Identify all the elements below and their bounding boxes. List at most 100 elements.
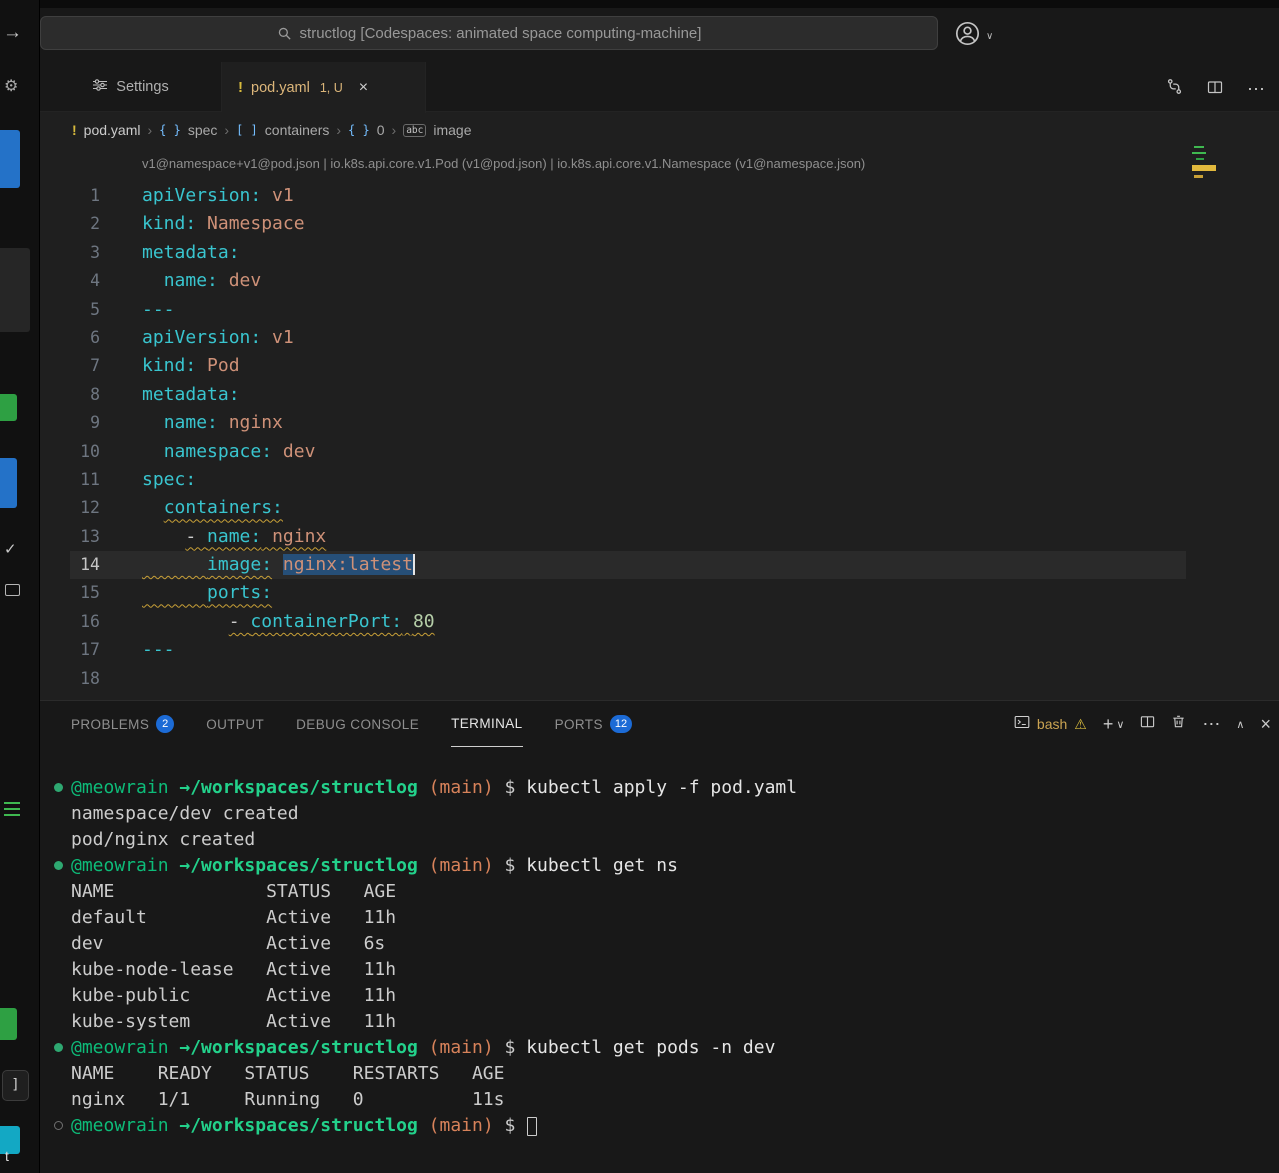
code-line[interactable]: 1apiVersion: v1 (40, 182, 1279, 210)
terminal-line[interactable]: pod/nginx created (71, 827, 1279, 853)
code-line[interactable]: 10 namespace: dev (40, 438, 1279, 466)
terminal-line[interactable]: @meowrain →/workspaces/structlog (main) … (71, 775, 1279, 801)
terminal-line[interactable]: kube-node-lease Active 11h (71, 957, 1279, 983)
code-line[interactable]: 16 - containerPort: 80 (40, 608, 1279, 636)
panel-tab-ports[interactable]: PORTS 12 (555, 701, 633, 747)
maximize-panel-icon[interactable]: ∧ (1236, 718, 1244, 731)
ports-badge: 12 (610, 715, 632, 733)
terminal-token: → (179, 777, 190, 798)
code-token (142, 526, 185, 547)
terminal-line[interactable]: NAME STATUS AGE (71, 879, 1279, 905)
split-terminal-icon[interactable] (1140, 714, 1155, 734)
code-token: apiVersion: (142, 327, 261, 348)
left-strip-teal-decoration (0, 1126, 20, 1154)
panel-tab-problems[interactable]: PROBLEMS 2 (71, 701, 174, 747)
command-decoration-icon[interactable] (54, 861, 63, 870)
code-line[interactable]: 3metadata: (40, 239, 1279, 267)
tab-problem-git-badge: 1, U (320, 81, 343, 95)
terminal-token: → (179, 1115, 190, 1136)
command-decoration-icon[interactable] (54, 783, 63, 792)
code-line[interactable]: 9 name: nginx (40, 409, 1279, 437)
account-icon[interactable] (954, 20, 981, 52)
breadcrumb-item-0[interactable]: 0 (377, 122, 385, 138)
tab-pod-yaml[interactable]: ! pod.yaml 1, U × (222, 62, 426, 113)
close-panel-icon[interactable]: × (1260, 714, 1271, 735)
code-line[interactable]: 17--- (40, 636, 1279, 664)
terminal-line[interactable]: @meowrain →/workspaces/structlog (main) … (71, 1035, 1279, 1061)
code-token: name: (207, 526, 261, 547)
panel-tab-output[interactable]: OUTPUT (206, 701, 264, 747)
panel-tab-debug-console[interactable]: DEBUG CONSOLE (296, 701, 419, 747)
terminal-line[interactable]: namespace/dev created (71, 801, 1279, 827)
terminal-token: /workspaces/structlog (190, 777, 418, 798)
code-line[interactable]: 13 - name: nginx (40, 523, 1279, 551)
terminal-line[interactable]: NAME READY STATUS RESTARTS AGE (71, 1061, 1279, 1087)
breadcrumb-item-spec[interactable]: spec (188, 122, 218, 138)
line-number: 9 (40, 409, 100, 437)
kill-terminal-trash-icon[interactable] (1171, 714, 1186, 734)
code-token: - (229, 611, 251, 632)
command-decoration-icon[interactable] (54, 1043, 63, 1052)
left-strip-blue-decoration (0, 130, 20, 188)
left-strip-blue-decoration (0, 458, 17, 508)
line-number: 12 (40, 494, 100, 522)
new-terminal-icon[interactable]: + (1103, 714, 1114, 735)
line-number: 8 (40, 381, 100, 409)
code-token: metadata: (142, 242, 240, 263)
code-line[interactable]: 6apiVersion: v1 (40, 324, 1279, 352)
terminal-line[interactable]: default Active 11h (71, 905, 1279, 931)
code-token: metadata: (142, 384, 240, 405)
title-bar: structlog [Codespaces: animated space co… (0, 0, 1279, 62)
code-line[interactable]: 2kind: Namespace (40, 210, 1279, 238)
terminal-view[interactable]: @meowrain →/workspaces/structlog (main) … (40, 775, 1279, 1173)
open-changes-icon[interactable] (1166, 78, 1183, 100)
tab-close-icon[interactable]: × (359, 79, 368, 97)
breadcrumb-item-containers[interactable]: containers (265, 122, 330, 138)
terminal-token: kubectl get pods -n dev (526, 1037, 775, 1058)
code-line[interactable]: 8 metadata: (40, 381, 1279, 409)
breadcrumb-file[interactable]: pod.yaml (84, 122, 141, 138)
terminal-line[interactable]: kube-public Active 11h (71, 983, 1279, 1009)
terminal-token: (main) (429, 855, 494, 876)
gear-icon[interactable]: ⚙ (4, 76, 18, 96)
split-editor-icon[interactable] (1207, 79, 1223, 100)
terminal-token: /workspaces/structlog (190, 855, 418, 876)
yaml-schema-lens[interactable]: v1@namespace+v1@pod.json | io.k8s.api.co… (142, 156, 1279, 174)
tab-settings[interactable]: Settings (40, 62, 222, 112)
account-chevron-icon[interactable]: ∨ (986, 31, 993, 42)
breadcrumb: ! pod.yaml › { } spec › [ ] containers ›… (40, 112, 1279, 148)
terminal-shell-entry[interactable]: bash ⚠ (1014, 714, 1087, 735)
terminal-token: $ (494, 777, 527, 798)
code-line[interactable]: 15 ports: (40, 579, 1279, 607)
code-token (142, 554, 207, 575)
terminal-line[interactable]: @meowrain →/workspaces/structlog (main) … (71, 1113, 1279, 1139)
symbol-array-icon: [ ] (236, 123, 258, 137)
command-center-search[interactable]: structlog [Codespaces: animated space co… (40, 16, 938, 50)
code-line[interactable]: 12 containers: (40, 494, 1279, 522)
code-token (142, 582, 207, 603)
code-token: namespace: (164, 441, 272, 462)
code-line[interactable]: 11spec: (40, 466, 1279, 494)
code-line[interactable]: 18 (40, 665, 1279, 693)
code-token: Namespace (196, 213, 304, 234)
code-line[interactable]: 7kind: Pod (40, 352, 1279, 380)
panel-tab-terminal[interactable]: TERMINAL (451, 701, 522, 747)
editor-more-actions-icon[interactable]: ⋯ (1247, 79, 1265, 100)
breadcrumb-item-image[interactable]: image (433, 122, 471, 138)
cjk-glyph-decoration (4, 802, 20, 804)
panel-more-actions-icon[interactable]: ⋯ (1202, 714, 1220, 735)
code-line[interactable]: 5--- (40, 296, 1279, 324)
code-line[interactable]: 14 image: nginx:latest (40, 551, 1279, 579)
back-arrow-icon[interactable]: → (3, 22, 22, 44)
terminal-line[interactable]: nginx 1/1 Running 0 11s (71, 1087, 1279, 1113)
terminal-line[interactable]: kube-system Active 11h (71, 1009, 1279, 1035)
terminal-line[interactable]: @meowrain →/workspaces/structlog (main) … (71, 853, 1279, 879)
code-token (142, 441, 164, 462)
code-token: v1 (261, 185, 294, 206)
terminal-dropdown-chevron-icon[interactable]: ∨ (1116, 718, 1124, 731)
code-line[interactable]: 4 name: dev (40, 267, 1279, 295)
command-decoration-icon[interactable] (54, 1121, 63, 1130)
code-token (142, 270, 164, 291)
minimap-warning-marker (1192, 165, 1216, 171)
terminal-line[interactable]: dev Active 6s (71, 931, 1279, 957)
